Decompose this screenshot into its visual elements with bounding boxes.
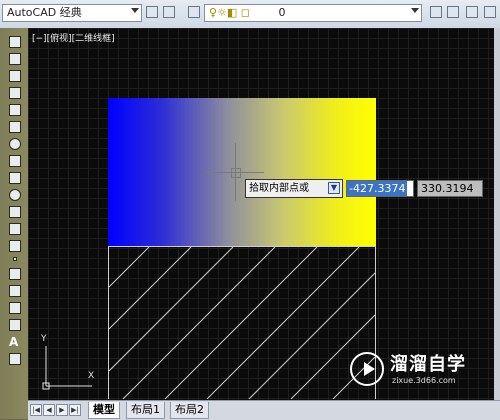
table-icon[interactable] bbox=[9, 319, 21, 331]
play-logo-icon bbox=[350, 352, 384, 386]
layer-match-icon[interactable] bbox=[466, 6, 478, 18]
x-coordinate-value: -427.3374 bbox=[347, 181, 408, 196]
add-selected-icon[interactable] bbox=[9, 353, 21, 365]
rectangle-icon[interactable] bbox=[9, 104, 21, 116]
first-tab-icon[interactable]: |◀ bbox=[30, 404, 42, 416]
layer-dropdown-value: 0 bbox=[278, 6, 286, 19]
polyline-icon[interactable] bbox=[9, 70, 21, 82]
dynamic-input-prompt: 拾取内部点或 ▼ bbox=[245, 179, 343, 198]
chevron-down-icon bbox=[131, 8, 139, 13]
layer-dropdown[interactable]: ♀☼◧ ◻ 0 bbox=[204, 4, 422, 22]
make-current-layer-icon[interactable] bbox=[430, 6, 442, 18]
spline-icon[interactable] bbox=[9, 172, 21, 184]
multiline-text-icon[interactable]: A bbox=[9, 336, 21, 348]
workspace-dropdown[interactable]: AutoCAD 经典 bbox=[2, 4, 142, 22]
drawing-canvas[interactable]: [−][俯视][二维线框] 拾取内部点或 ▼ -427.3374 330.319… bbox=[28, 28, 494, 400]
revision-cloud-icon[interactable] bbox=[9, 155, 21, 167]
prompt-text: 拾取内部点或 bbox=[249, 183, 309, 194]
construction-line-icon[interactable] bbox=[9, 53, 21, 65]
layer-properties-icon[interactable] bbox=[188, 6, 200, 18]
ucs-x-label: X bbox=[88, 371, 95, 381]
point-icon[interactable] bbox=[13, 257, 17, 261]
crosshair-pickbox bbox=[231, 168, 241, 178]
hatch-pattern bbox=[108, 246, 376, 400]
layer-state-icon[interactable] bbox=[484, 6, 496, 18]
tab-model[interactable]: 模型 bbox=[88, 402, 120, 419]
draw-toolbar: A bbox=[0, 28, 28, 419]
region-icon[interactable] bbox=[9, 302, 21, 314]
y-coordinate-value: 330.3194 bbox=[421, 182, 474, 195]
x-coordinate-input[interactable]: -427.3374 bbox=[346, 180, 414, 197]
layer-state-icons: ♀☼◧ ◻ bbox=[209, 6, 250, 19]
polygon-icon[interactable] bbox=[9, 87, 21, 99]
arc-icon[interactable] bbox=[9, 121, 21, 133]
chevron-down-icon bbox=[411, 8, 419, 13]
watermark-url: zixue.3d66.com bbox=[392, 376, 456, 385]
make-block-icon[interactable] bbox=[9, 240, 21, 252]
gear-icon[interactable] bbox=[146, 6, 158, 18]
circle-icon[interactable] bbox=[9, 138, 21, 150]
top-toolbar: AutoCAD 经典 ♀☼◧ ◻ 0 bbox=[0, 0, 500, 29]
hatch-rectangle bbox=[108, 246, 376, 400]
ucs-icon: Y X bbox=[36, 334, 96, 398]
hatch-icon[interactable] bbox=[9, 268, 21, 280]
ucs-y-label: Y bbox=[41, 334, 47, 344]
gradient-icon[interactable] bbox=[9, 285, 21, 297]
watermark-title: 溜溜自学 bbox=[390, 354, 466, 375]
layer-previous-icon[interactable] bbox=[447, 6, 459, 18]
next-tab-icon[interactable]: ▶ bbox=[56, 404, 68, 416]
last-tab-icon[interactable]: ▶| bbox=[69, 404, 81, 416]
workspace-dropdown-value: AutoCAD 经典 bbox=[7, 6, 82, 19]
viewport-controls[interactable]: [−][俯视][二维线框] bbox=[32, 31, 115, 44]
watermark: 溜溜自学 zixue.3d66.com bbox=[350, 348, 490, 398]
layout-tab-bar: |◀ ◀ ▶ ▶| 模型 布局1 布局2 bbox=[28, 400, 500, 420]
y-coordinate-input[interactable]: 330.3194 bbox=[417, 180, 483, 197]
tab-layout2[interactable]: 布局2 bbox=[170, 402, 209, 419]
ellipse-arc-icon[interactable] bbox=[9, 206, 21, 218]
line-icon[interactable] bbox=[9, 36, 21, 48]
vertical-scrollbar[interactable] bbox=[494, 28, 500, 400]
ellipse-icon[interactable] bbox=[9, 189, 21, 201]
prev-tab-icon[interactable]: ◀ bbox=[43, 404, 55, 416]
insert-block-icon[interactable] bbox=[9, 223, 21, 235]
workspace-settings-icon[interactable] bbox=[163, 6, 175, 18]
options-down-arrow-icon[interactable]: ▼ bbox=[328, 182, 340, 194]
tab-layout1[interactable]: 布局1 bbox=[126, 402, 165, 419]
